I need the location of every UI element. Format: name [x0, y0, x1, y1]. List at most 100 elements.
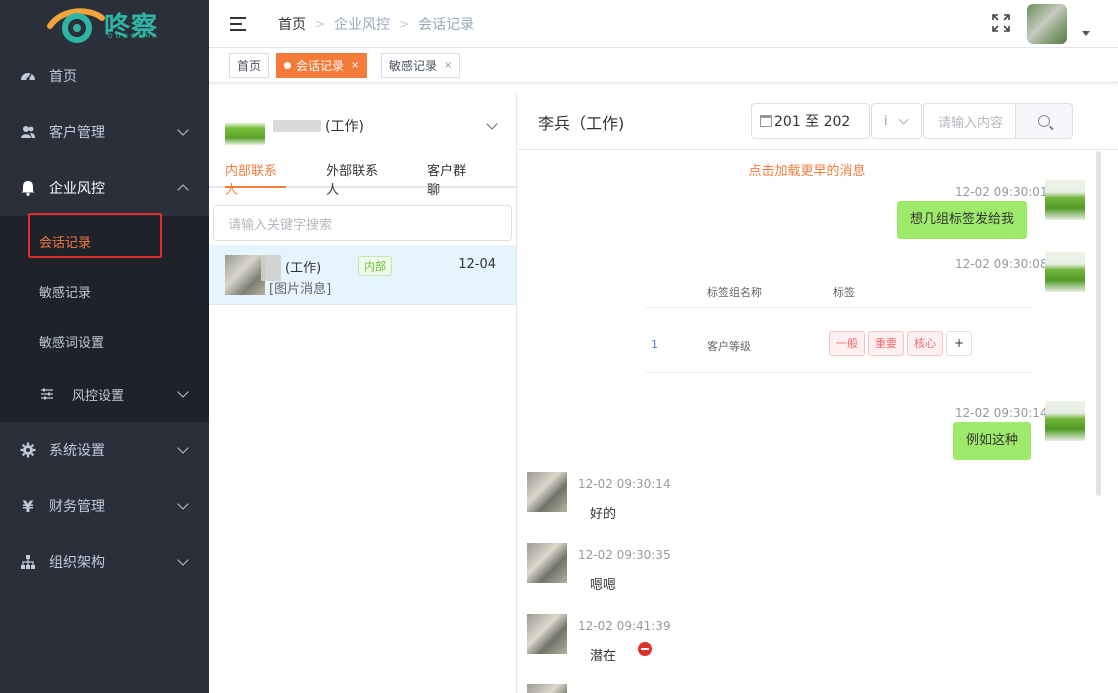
employee-name: (工作): [325, 119, 364, 135]
contact-list-item[interactable]: (工作) 内部 12-04 [图片消息]: [209, 245, 516, 305]
submenu-item-sensitive-words[interactable]: 敏感词设置: [0, 316, 209, 366]
contact-name: (工作): [285, 261, 322, 276]
row-index: 1: [651, 338, 658, 351]
menu-item-risk-control[interactable]: 企业风控: [0, 160, 209, 216]
tab-customer-groups[interactable]: 客户群聊: [427, 159, 476, 198]
contact-last-message: [图片消息]: [269, 282, 332, 297]
blurred-name: [273, 120, 321, 132]
message-time: 12-02 09:30:01: [955, 185, 1048, 199]
tag-chip: 一般: [829, 331, 865, 356]
submenu-label: 敏感记录: [39, 285, 92, 301]
message-text-other: 嗯嗯: [590, 578, 617, 593]
menu-label: 系统设置: [49, 443, 105, 459]
sidebar: 咚察 DONGCHA 首页 客户管理 企业风控 会话记录 敏感记录 敏感词设置: [0, 0, 209, 693]
menu-label: 首页: [49, 69, 77, 85]
scrollbar[interactable]: [1096, 151, 1101, 496]
tab-external-contacts[interactable]: 外部联系人: [326, 159, 387, 198]
chat-panel: 李兵（工作) 201 至 202 i 请输入内容 点击加载更早的消息 12-02…: [518, 93, 1118, 693]
tab-internal-contacts[interactable]: 内部联系人: [225, 159, 287, 198]
breadcrumb: 首页 > 企业风控 > 会话记录: [278, 14, 474, 34]
menu-item-finance[interactable]: ¥ 财务管理: [0, 478, 209, 534]
contact-avatar: [527, 472, 567, 512]
menu-label: 企业风控: [49, 181, 105, 197]
message-text-other: 潜在: [590, 649, 617, 664]
chat-messages: 点击加载更早的消息 12-02 09:30:01 想几组标签发给我 12-02 …: [518, 151, 1118, 693]
logo: 咚察 DONGCHA: [0, 0, 209, 48]
menu-item-home[interactable]: 首页: [0, 48, 209, 104]
fullscreen-icon[interactable]: [992, 14, 1010, 32]
message-time: 12-02 09:30:35: [578, 548, 671, 562]
menu-item-customers[interactable]: 客户管理: [0, 104, 209, 160]
keyword-search-input[interactable]: 请输入关键字搜索: [213, 205, 512, 241]
tag-sensitive-records[interactable]: 敏感记录 ×: [381, 53, 461, 78]
add-tag-button: +: [946, 331, 972, 356]
contact-avatar: [527, 614, 567, 654]
submenu-item-risk-settings[interactable]: 风控设置: [0, 366, 209, 422]
caret-down-icon[interactable]: [1082, 31, 1090, 36]
message-type-select[interactable]: i: [871, 103, 922, 139]
submenu-label: 敏感词设置: [39, 335, 105, 351]
bell-icon: [20, 180, 36, 196]
breadcrumb-separator-icon: >: [399, 16, 410, 31]
breadcrumb-separator-icon: >: [315, 16, 326, 31]
search-icon: [1038, 115, 1050, 127]
menu-item-system-settings[interactable]: 系统设置: [0, 422, 209, 478]
chevron-down-icon[interactable]: [486, 118, 498, 130]
submenu-item-sensitive-records[interactable]: 敏感记录: [0, 266, 209, 316]
contact-avatar: [527, 684, 567, 693]
chat-header: 李兵（工作) 201 至 202 i 请输入内容: [518, 93, 1118, 150]
search-button[interactable]: [1015, 103, 1073, 139]
tag-chip: 核心: [907, 331, 943, 356]
message-bubble-self: 想几组标签发给我: [897, 201, 1028, 239]
employee-avatar: [225, 106, 265, 146]
chevron-down-icon: [177, 124, 189, 136]
menu-label: 客户管理: [49, 125, 105, 141]
contact-date: 12-04: [458, 257, 496, 272]
risk-submenu: 会话记录 敏感记录 敏感词设置 风控设置: [0, 216, 209, 422]
self-avatar: [1045, 180, 1085, 220]
content-search-input[interactable]: 请输入内容: [923, 103, 1016, 139]
hamburger-menu-icon[interactable]: [230, 16, 248, 31]
chevron-down-icon: [177, 386, 189, 398]
contacts-panel: (工作) 内部联系人 外部联系人 客户群聊 请输入关键字搜索 (工作) 内部 1…: [209, 93, 517, 693]
col-tags: 标签: [833, 286, 855, 299]
menu-label: 财务管理: [49, 499, 105, 515]
sliders-icon: [39, 386, 55, 402]
tag-label: 会话记录: [296, 59, 345, 73]
close-icon[interactable]: ×: [444, 60, 452, 71]
chevron-down-icon: [898, 114, 909, 124]
menu-item-organization[interactable]: 组织架构: [0, 534, 209, 590]
top-navbar: 首页 > 企业风控 > 会话记录: [209, 0, 1118, 48]
self-avatar: [1045, 401, 1085, 441]
message-time: 12-02 09:41:39: [578, 619, 671, 633]
message-time: 12-02 09:30:14: [955, 406, 1048, 420]
user-avatar[interactable]: [1027, 4, 1067, 44]
breadcrumb-home[interactable]: 首页: [278, 14, 306, 34]
chevron-up-icon: [177, 184, 189, 196]
eye-logo-icon: [47, 8, 105, 43]
tag-label: 敏感记录: [389, 59, 438, 73]
submenu-item-session-records[interactable]: 会话记录: [0, 216, 209, 266]
brand-subtitle: DONGCHA: [108, 33, 161, 40]
tags-view-bar: 首页 会话记录 × 敏感记录 ×: [209, 49, 1118, 83]
col-tag-group-name: 标签组名称: [707, 286, 762, 299]
close-icon[interactable]: ×: [351, 60, 359, 71]
tag-home[interactable]: 首页: [229, 53, 270, 78]
employee-selector[interactable]: (工作): [209, 93, 516, 159]
tag-table-image: 标签组名称 标签 1 客户等级 一般 重要 核心 +: [645, 268, 1031, 375]
tag-chip: 重要: [868, 331, 904, 356]
message-bubble-self: 例如这种: [953, 422, 1032, 460]
contact-avatar: [527, 543, 567, 583]
tag-session-records[interactable]: 会话记录 ×: [276, 53, 368, 78]
gear-icon: [20, 442, 36, 458]
load-earlier-link[interactable]: 点击加载更早的消息: [518, 160, 1096, 179]
yen-icon: ¥: [22, 496, 34, 516]
message-time: 12-02 09:30:14: [578, 477, 671, 491]
message-text-other: 好的: [590, 507, 617, 522]
row-group-name: 客户等级: [707, 340, 751, 353]
date-range-picker[interactable]: 201 至 202: [751, 103, 870, 139]
date-range-value: 201 至 202: [774, 114, 851, 130]
chevron-down-icon: [177, 554, 189, 566]
internal-badge: 内部: [358, 256, 392, 276]
chat-title: 李兵（工作): [538, 114, 625, 133]
